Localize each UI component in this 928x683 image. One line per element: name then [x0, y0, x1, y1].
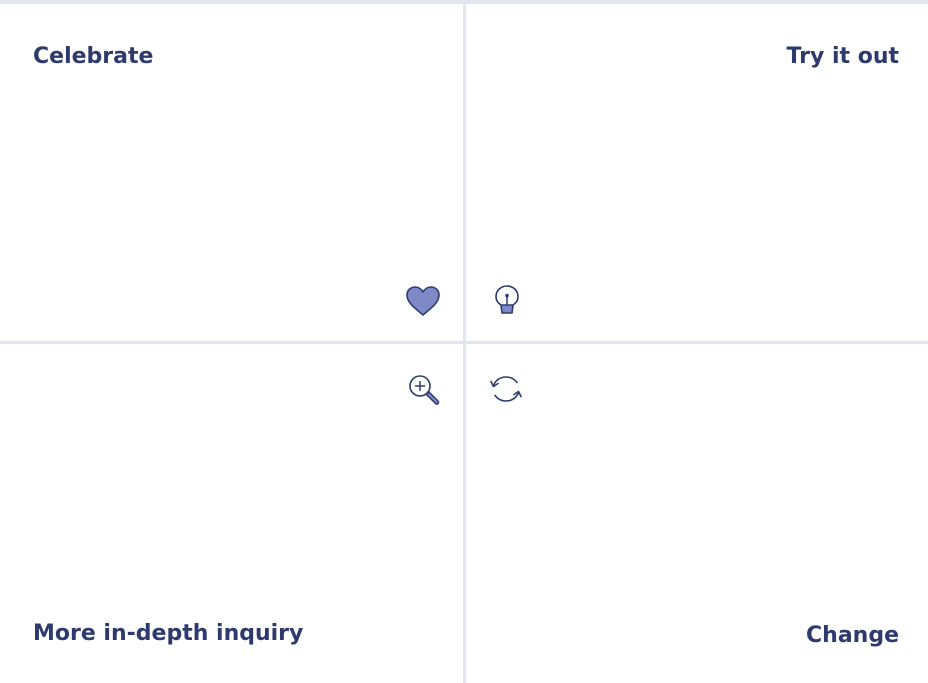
quadrant-try-it-out[interactable]: Try it out: [466, 4, 928, 341]
quadrant-inquiry[interactable]: More in-depth inquiry: [0, 344, 463, 683]
retrospective-board: Celebrate Try it out More in-depth inqui…: [0, 0, 928, 683]
quadrant-celebrate[interactable]: Celebrate: [0, 4, 463, 341]
heart-icon: [404, 282, 442, 320]
quadrant-title-celebrate: Celebrate: [33, 44, 154, 69]
quadrant-title-try-it-out: Try it out: [786, 44, 899, 69]
quadrant-change[interactable]: Change: [466, 344, 928, 683]
lightbulb-icon: [488, 282, 526, 320]
quadrant-title-inquiry: More in-depth inquiry: [33, 621, 304, 646]
zoom-in-icon: [405, 371, 443, 409]
refresh-icon: [487, 370, 525, 408]
quadrant-title-change: Change: [806, 623, 899, 648]
